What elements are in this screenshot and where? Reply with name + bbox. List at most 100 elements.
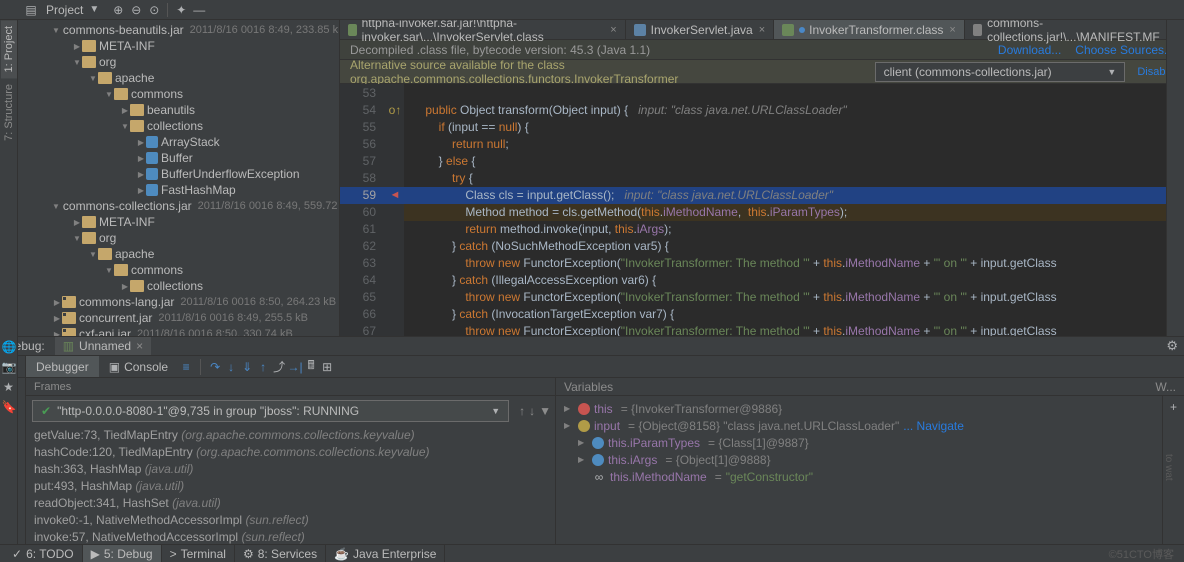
tree-row[interactable]: apache	[18, 246, 339, 262]
choose-sources-link[interactable]: Choose Sources...	[1075, 43, 1174, 57]
code-line[interactable]: if (input == null) {	[404, 119, 1174, 136]
gutter-mark[interactable]	[386, 204, 404, 221]
tree-row[interactable]: BufferUnderflowException	[18, 166, 339, 182]
variable-row[interactable]: ▶this = {InvokerTransformer@9886}	[564, 400, 1154, 417]
gutter-mark[interactable]	[386, 289, 404, 306]
gutter-mark[interactable]	[386, 306, 404, 323]
tree-row[interactable]: org	[18, 54, 339, 70]
project-label[interactable]: Project	[40, 3, 89, 17]
source-combo[interactable]: client (commons-collections.jar) ▼	[875, 62, 1126, 82]
gutter-mark[interactable]	[386, 136, 404, 153]
structure-tool-tab[interactable]: 7: Structure	[1, 78, 17, 147]
step-out-icon[interactable]: ↑	[255, 360, 271, 374]
code-line[interactable]: public Object transform(Object input) { …	[404, 102, 1174, 119]
stack-frame[interactable]: hashCode:120, TiedMapEntry (org.apache.c…	[34, 445, 547, 462]
thread-dump-icon[interactable]: ≡	[178, 360, 194, 374]
status-item[interactable]: ☕Java Enterprise	[326, 545, 445, 562]
gutter-mark[interactable]: ◄	[386, 187, 404, 204]
run-config-tab[interactable]: ▥ Unnamed ×	[55, 337, 151, 355]
gutter-mark[interactable]	[386, 255, 404, 272]
code-line[interactable]: Method method = cls.getMethod(this.iMeth…	[404, 204, 1174, 221]
line-number[interactable]: 67	[340, 323, 386, 336]
code-line[interactable]: throw new FunctorException("InvokerTrans…	[404, 323, 1174, 336]
download-link[interactable]: Download...	[998, 43, 1061, 57]
step-into-icon[interactable]: ↓	[223, 360, 239, 374]
tree-row[interactable]: Buffer	[18, 150, 339, 166]
force-step-into-icon[interactable]: ⇓	[239, 360, 255, 374]
tree-row[interactable]: FastHashMap	[18, 182, 339, 198]
gutter-mark[interactable]	[386, 238, 404, 255]
tree-row[interactable]: commons	[18, 262, 339, 278]
variable-row[interactable]: ∞this.iMethodName = "getConstructor"	[564, 468, 1154, 485]
code-line[interactable]	[404, 85, 1174, 102]
tree-row[interactable]: org	[18, 230, 339, 246]
line-number[interactable]: 59	[340, 187, 386, 204]
tree-row[interactable]: concurrent.jar2011/8/16 0016 8:49, 255.5…	[18, 310, 339, 326]
code-lines[interactable]: public Object transform(Object input) { …	[404, 84, 1174, 336]
debugger-tab[interactable]: Debugger	[26, 356, 99, 377]
tree-row[interactable]: ArrayStack	[18, 134, 339, 150]
variable-row[interactable]: ▶input = {Object@8158} "class java.net.U…	[564, 417, 1154, 434]
variable-row[interactable]: ▶this.iArgs = {Object[1]@9888}	[564, 451, 1154, 468]
code-area[interactable]: 53545556575859606162636465666768 o↑◄ pub…	[340, 84, 1184, 336]
tree-row[interactable]: collections	[18, 278, 339, 294]
hide-icon[interactable]: —	[190, 2, 208, 18]
stack-frame[interactable]: getValue:73, TiedMapEntry (org.apache.co…	[34, 428, 547, 445]
status-item[interactable]: ✓6: TODO	[4, 545, 83, 562]
console-tab[interactable]: ▣ Console	[99, 356, 178, 377]
line-number[interactable]: 66	[340, 306, 386, 323]
next-frame-icon[interactable]: ↓	[529, 404, 535, 418]
stack-frame[interactable]: put:493, HashMap (java.util)	[34, 479, 547, 496]
thread-combo[interactable]: ✔ "http-0.0.0.0-8080-1"@9,735 in group "…	[32, 400, 509, 422]
prev-frame-icon[interactable]: ↑	[519, 404, 525, 418]
editor-tab[interactable]: commons-collections.jar!\...\MANIFEST.MF…	[965, 20, 1184, 39]
web-icon[interactable]: 🌐	[2, 340, 16, 354]
camera-icon[interactable]: 📷	[2, 360, 16, 374]
editor-tab[interactable]: InvokerServlet.java×	[626, 20, 774, 39]
line-number[interactable]: 56	[340, 136, 386, 153]
code-line[interactable]: return null;	[404, 136, 1174, 153]
tree-row[interactable]: beanutils	[18, 102, 339, 118]
gutter-marks[interactable]: o↑ ◄	[386, 84, 404, 336]
bookmark-icon[interactable]: 🔖	[2, 400, 16, 414]
gear-icon[interactable]: ⚙	[1166, 338, 1178, 354]
editor-tab[interactable]: InvokerTransformer.class×	[774, 20, 965, 39]
gutter-mark[interactable]	[386, 323, 404, 336]
code-line[interactable]: } catch (InvocationTargetException var7)…	[404, 306, 1174, 323]
line-number[interactable]: 64	[340, 272, 386, 289]
evaluate-icon[interactable]: 🖩	[303, 356, 319, 377]
gutter-mark[interactable]: o↑	[386, 102, 404, 119]
expand-all-icon[interactable]: ⊕	[109, 2, 127, 18]
tree-row[interactable]: apache	[18, 70, 339, 86]
tree-row[interactable]: collections	[18, 118, 339, 134]
status-item[interactable]: ⚙8: Services	[235, 545, 326, 562]
gutter-mark[interactable]	[386, 221, 404, 238]
tree-row[interactable]: cxf-api.jar2011/8/16 0016 8:50, 330.74 k…	[18, 326, 339, 336]
tree-row[interactable]: commons	[18, 86, 339, 102]
close-icon[interactable]: ×	[136, 339, 143, 353]
code-line[interactable]: try {	[404, 170, 1174, 187]
stack-frame[interactable]: hash:363, HashMap (java.util)	[34, 462, 547, 479]
close-icon[interactable]: ×	[759, 24, 765, 36]
line-number[interactable]: 63	[340, 255, 386, 272]
line-number[interactable]: 65	[340, 289, 386, 306]
editor-tab[interactable]: httpha-invoker.sar.jar!\httpha-invoker.s…	[340, 20, 626, 39]
code-line[interactable]: } catch (IllegalAccessException var6) {	[404, 272, 1174, 289]
trace-icon[interactable]: ⊞	[319, 360, 335, 374]
line-number[interactable]: 54	[340, 102, 386, 119]
stack-frame[interactable]: invoke0:-1, NativeMethodAccessorImpl (su…	[34, 513, 547, 530]
code-line[interactable]: } catch (NoSuchMethodException var5) {	[404, 238, 1174, 255]
line-number[interactable]: 61	[340, 221, 386, 238]
close-icon[interactable]: ×	[949, 24, 955, 36]
stack-frame[interactable]: readObject:341, HashSet (java.util)	[34, 496, 547, 513]
gutter-mark[interactable]	[386, 153, 404, 170]
project-tree[interactable]: commons-beanutils.jar2011/8/16 0016 8:49…	[18, 20, 340, 336]
code-line[interactable]: } else {	[404, 153, 1174, 170]
tree-row[interactable]: commons-lang.jar2011/8/16 0016 8:50, 264…	[18, 294, 339, 310]
tree-row[interactable]: META-INF	[18, 38, 339, 54]
filter-icon[interactable]: ▼	[539, 404, 551, 418]
line-number[interactable]: 55	[340, 119, 386, 136]
run-to-cursor-icon[interactable]: →|	[287, 360, 303, 374]
project-dropdown-icon[interactable]: ▼	[89, 4, 109, 15]
status-item[interactable]: >Terminal	[162, 545, 235, 562]
